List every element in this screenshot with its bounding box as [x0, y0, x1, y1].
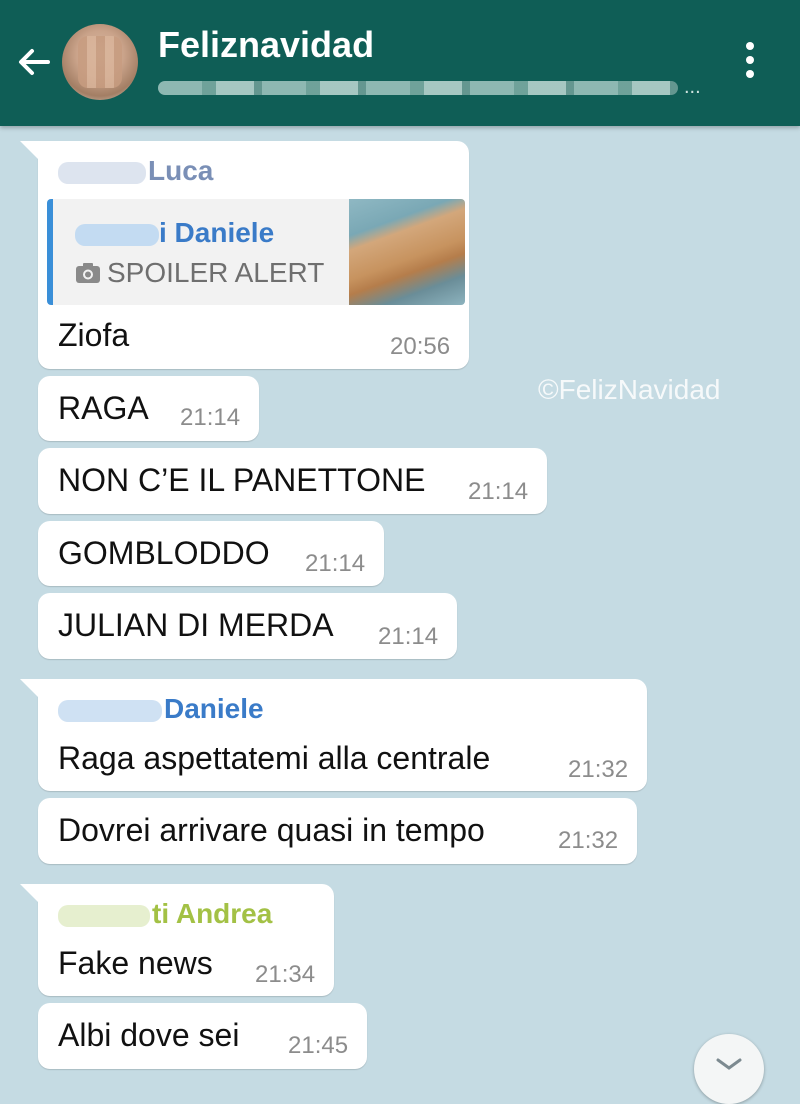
message-time: 21:34: [255, 961, 316, 988]
sender-name[interactable]: ti Andrea: [58, 898, 272, 930]
quoted-sender: i Daniele: [75, 217, 274, 249]
message-text: Dovrei arrivare quasi in tempo: [58, 812, 485, 848]
message-bubble[interactable]: RAGA 21:14: [38, 376, 259, 441]
message-time: 21:14: [305, 550, 366, 577]
message-bubble[interactable]: JULIAN DI MERDA 21:14: [38, 593, 457, 659]
message-text: JULIAN DI MERDA: [58, 607, 334, 643]
chat-header: Feliznavidad ...: [0, 0, 800, 126]
message-bubble[interactable]: GOMBLODDO 21:14: [38, 521, 384, 586]
blurred-members: [158, 80, 678, 95]
chevron-down-icon: [716, 1058, 742, 1070]
back-button[interactable]: [14, 42, 54, 82]
scroll-to-bottom-button[interactable]: [694, 1034, 764, 1104]
quoted-reply[interactable]: i Daniele SPOILER ALERT: [47, 199, 465, 305]
more-vertical-icon: [746, 42, 754, 50]
message-text: NON C’E IL PANETTONE: [58, 462, 426, 498]
chat-title[interactable]: Feliznavidad: [158, 24, 374, 66]
quoted-text: SPOILER ALERT: [75, 257, 324, 289]
more-options-button[interactable]: [736, 42, 764, 86]
camera-icon: [76, 263, 100, 283]
sender-name[interactable]: Daniele: [58, 693, 264, 725]
message-text: Ziofa: [58, 317, 130, 353]
chat-members-subtitle: ...: [158, 76, 708, 100]
message-time: 21:14: [378, 623, 439, 650]
message-bubble[interactable]: Albi dove sei 21:45: [38, 1003, 367, 1069]
message-text: RAGA: [58, 390, 149, 426]
quoted-photo-thumbnail: [349, 199, 465, 305]
message-bubble[interactable]: NON C’E IL PANETTONE 21:14: [38, 448, 547, 514]
message-time: 21:14: [180, 404, 241, 431]
message-time: 21:32: [558, 827, 619, 854]
message-time: 20:56: [390, 333, 451, 360]
message-text: Fake news: [58, 945, 213, 981]
message-time: 21:14: [468, 478, 529, 505]
group-avatar[interactable]: [62, 24, 138, 100]
message-bubble[interactable]: Dovrei arrivare quasi in tempo 21:32: [38, 798, 637, 864]
message-text: GOMBLODDO: [58, 535, 270, 571]
sender-name[interactable]: Luca: [58, 155, 213, 187]
message-time: 21:32: [568, 756, 629, 783]
message-bubble[interactable]: Daniele Raga aspettatemi alla centrale 2…: [20, 679, 647, 791]
arrow-left-icon: [19, 49, 50, 75]
message-bubble[interactable]: Luca i Daniele SPOILER ALERT Ziofa 20:56: [20, 141, 469, 369]
message-text: Raga aspettatemi alla centrale: [58, 740, 491, 776]
message-text: Albi dove sei: [58, 1017, 240, 1053]
watermark: ©FelizNavidad: [538, 374, 721, 405]
message-bubble[interactable]: ti Andrea Fake news 21:34: [20, 884, 334, 996]
message-time: 21:45: [288, 1032, 349, 1059]
